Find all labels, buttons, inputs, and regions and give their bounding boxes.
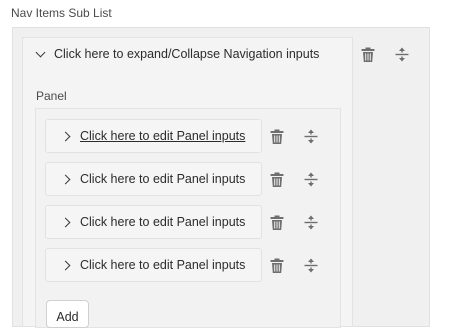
panel-1-reorder-handle[interactable]	[300, 125, 322, 147]
panel-4-delete-button[interactable]	[266, 254, 288, 276]
chevron-right-icon	[60, 217, 71, 227]
drag-handle-icon	[304, 172, 318, 186]
panel-item-2[interactable]: Click here to edit Panel inputs	[45, 162, 262, 196]
panel-4-reorder-handle[interactable]	[300, 254, 322, 276]
drag-handle-icon	[304, 258, 318, 272]
chevron-right-icon	[60, 131, 71, 141]
nav-item-expand-toggle[interactable]: Click here to expand/Collapse Navigation…	[34, 46, 319, 62]
list-title: Nav Items Sub List	[11, 6, 112, 20]
nav-item-header-label: Click here to expand/Collapse Navigation…	[54, 47, 320, 61]
trash-icon	[270, 215, 284, 230]
panel-3-reorder-handle[interactable]	[300, 211, 322, 233]
drag-handle-icon	[304, 129, 318, 143]
panel-1-delete-button[interactable]	[266, 125, 288, 147]
trash-icon	[361, 47, 375, 62]
panel-item-label: Click here to edit Panel inputs	[80, 172, 246, 186]
panel-item-label: Click here to edit Panel inputs	[80, 129, 246, 143]
chevron-down-icon	[35, 47, 46, 58]
trash-icon	[270, 129, 284, 144]
panel-3-delete-button[interactable]	[266, 211, 288, 233]
drag-handle-icon	[395, 47, 409, 61]
trash-icon	[270, 258, 284, 273]
chevron-right-icon	[60, 174, 71, 184]
drag-handle-icon	[304, 215, 318, 229]
panel-item-3[interactable]: Click here to edit Panel inputs	[45, 205, 262, 239]
nav-item-reorder-handle[interactable]	[391, 43, 413, 65]
chevron-right-icon	[60, 260, 71, 270]
trash-icon	[270, 172, 284, 187]
add-panel-button-label: Add	[56, 310, 79, 324]
panel-item-4[interactable]: Click here to edit Panel inputs	[45, 248, 262, 282]
panel-2-reorder-handle[interactable]	[300, 168, 322, 190]
panel-item-label: Click here to edit Panel inputs	[80, 258, 246, 272]
nav-item-delete-button[interactable]	[357, 43, 379, 65]
panel-label: Panel	[36, 89, 67, 103]
panel-item-label: Click here to edit Panel inputs	[80, 215, 246, 229]
panel-item-1[interactable]: Click here to edit Panel inputs	[45, 119, 262, 153]
panel-2-delete-button[interactable]	[266, 168, 288, 190]
add-panel-button[interactable]: Add	[46, 300, 89, 328]
